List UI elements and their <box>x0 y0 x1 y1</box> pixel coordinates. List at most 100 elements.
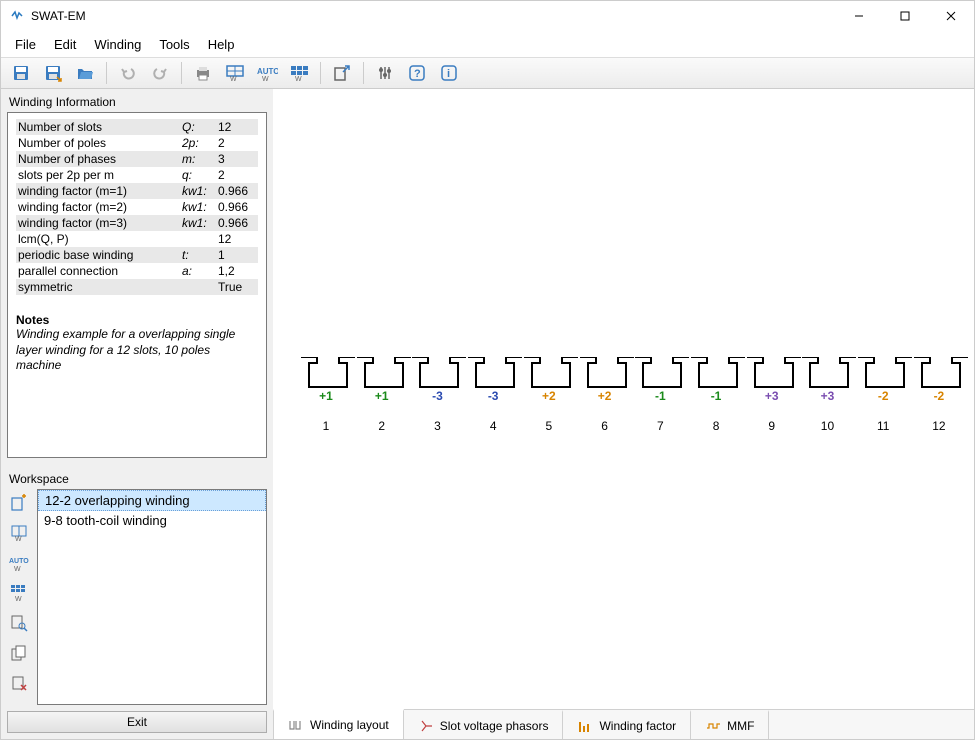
toolbar-redo-button[interactable] <box>146 60 174 86</box>
slot-number: 2 <box>357 419 407 433</box>
slot: +25 <box>524 357 574 417</box>
svg-text:?: ? <box>414 68 421 80</box>
toolbar-save-button[interactable] <box>7 60 35 86</box>
slot: +310 <box>802 357 852 417</box>
toolbar: W AUTOW W ? i <box>1 57 974 89</box>
workspace-grid-button[interactable]: W <box>7 581 31 605</box>
exit-button[interactable]: Exit <box>7 711 267 733</box>
toolbar-undo-button[interactable] <box>114 60 142 86</box>
slot-value: +1 <box>301 389 351 403</box>
toolbar-open-button[interactable] <box>71 60 99 86</box>
info-row: symmetricTrue <box>16 279 258 295</box>
bottom-tabs: Winding layout Slot voltage phasors Wind… <box>273 709 974 739</box>
slot-number: 11 <box>858 419 908 433</box>
toolbar-winding-table-button[interactable]: W <box>221 60 249 86</box>
menu-tools[interactable]: Tools <box>151 34 197 55</box>
slot-number: 8 <box>691 419 741 433</box>
window-title: SWAT-EM <box>31 9 836 23</box>
toolbar-winding-grid-button[interactable]: W <box>285 60 313 86</box>
svg-text:W: W <box>14 566 21 572</box>
slot: -33 <box>412 357 462 417</box>
menubar: File Edit Winding Tools Help <box>1 31 974 57</box>
info-row: periodic base windingt:1 <box>16 247 258 263</box>
slot-value: -1 <box>691 389 741 403</box>
slot-value: +1 <box>357 389 407 403</box>
toolbar-help-button[interactable]: ? <box>403 60 431 86</box>
workspace-header: Workspace <box>7 470 267 489</box>
tab-slot-voltage-phasors[interactable]: Slot voltage phasors <box>404 710 564 739</box>
workspace-clone-button[interactable] <box>7 641 31 665</box>
window-minimize-button[interactable] <box>836 1 882 31</box>
menu-help[interactable]: Help <box>200 34 243 55</box>
svg-text:AUTO: AUTO <box>257 67 278 76</box>
slot-value: +2 <box>580 389 630 403</box>
slot-number: 4 <box>468 419 518 433</box>
toolbar-settings-button[interactable] <box>371 60 399 86</box>
slot: -211 <box>858 357 908 417</box>
tab-mmf[interactable]: MMF <box>691 710 769 739</box>
winding-layout-icon <box>288 717 304 733</box>
svg-text:i: i <box>447 68 450 80</box>
workspace-list[interactable]: 12-2 overlapping winding9-8 tooth-coil w… <box>37 489 267 705</box>
menu-winding[interactable]: Winding <box>86 34 149 55</box>
slot: -212 <box>914 357 964 417</box>
slot-value: -2 <box>914 389 964 403</box>
workspace-new-button[interactable] <box>7 491 31 515</box>
info-row: winding factor (m=2)kw1:0.966 <box>16 199 258 215</box>
slot-number: 6 <box>580 419 630 433</box>
workspace-auto-button[interactable]: AUTOW <box>7 551 31 575</box>
winding-diagram: +11+12-33-34+25+26-17-18+39+310-211-212 <box>273 89 974 709</box>
info-row: Number of slotsQ:12 <box>16 119 258 135</box>
svg-text:W: W <box>262 76 269 82</box>
workspace-table-button[interactable]: W <box>7 521 31 545</box>
phasors-icon <box>418 718 434 734</box>
mmf-icon <box>705 718 721 734</box>
slot-value: +3 <box>802 389 852 403</box>
toolbar-print-button[interactable] <box>189 60 217 86</box>
slot-value: -1 <box>635 389 685 403</box>
slot-value: +3 <box>747 389 797 403</box>
menu-edit[interactable]: Edit <box>46 34 84 55</box>
slot-number: 12 <box>914 419 964 433</box>
slot-value: -3 <box>412 389 462 403</box>
workspace-item[interactable]: 9-8 tooth-coil winding <box>38 511 266 530</box>
notes-title: Notes <box>16 313 258 327</box>
workspace-delete-button[interactable] <box>7 671 31 695</box>
app-icon <box>9 8 25 24</box>
tab-winding-layout[interactable]: Winding layout <box>273 709 404 739</box>
svg-text:AUTO: AUTO <box>9 558 29 565</box>
svg-text:W: W <box>230 76 237 82</box>
winding-factor-icon <box>577 718 593 734</box>
window-titlebar: SWAT-EM <box>1 1 974 31</box>
workspace-find-button[interactable] <box>7 611 31 635</box>
winding-info-header: Winding Information <box>7 93 267 112</box>
svg-text:W: W <box>295 76 302 82</box>
slot-number: 3 <box>412 419 462 433</box>
tab-factor-label: Winding factor <box>599 719 676 733</box>
workspace-item[interactable]: 12-2 overlapping winding <box>38 490 266 511</box>
toolbar-info-button[interactable]: i <box>435 60 463 86</box>
info-row: winding factor (m=3)kw1:0.966 <box>16 215 258 231</box>
slot: +39 <box>747 357 797 417</box>
menu-file[interactable]: File <box>7 34 44 55</box>
winding-info-box: Number of slotsQ:12Number of poles2p:2Nu… <box>7 112 267 458</box>
slot: +26 <box>580 357 630 417</box>
toolbar-export-button[interactable] <box>328 60 356 86</box>
toolbar-winding-auto-button[interactable]: AUTOW <box>253 60 281 86</box>
toolbar-save-as-button[interactable] <box>39 60 67 86</box>
info-row: Number of poles2p:2 <box>16 135 258 151</box>
window-maximize-button[interactable] <box>882 1 928 31</box>
winding-info-table: Number of slotsQ:12Number of poles2p:2Nu… <box>16 119 258 295</box>
tab-winding-factor[interactable]: Winding factor <box>563 710 691 739</box>
left-panel: Winding Information Number of slotsQ:12N… <box>1 89 273 739</box>
slot: -34 <box>468 357 518 417</box>
slot-value: -3 <box>468 389 518 403</box>
tab-phasors-label: Slot voltage phasors <box>440 719 549 733</box>
slot-number: 5 <box>524 419 574 433</box>
window-close-button[interactable] <box>928 1 974 31</box>
slot-number: 9 <box>747 419 797 433</box>
workspace-toolbar: W AUTOW W <box>7 489 33 705</box>
svg-text:W: W <box>15 536 22 542</box>
svg-text:W: W <box>15 596 22 602</box>
tab-winding-layout-label: Winding layout <box>310 718 389 732</box>
